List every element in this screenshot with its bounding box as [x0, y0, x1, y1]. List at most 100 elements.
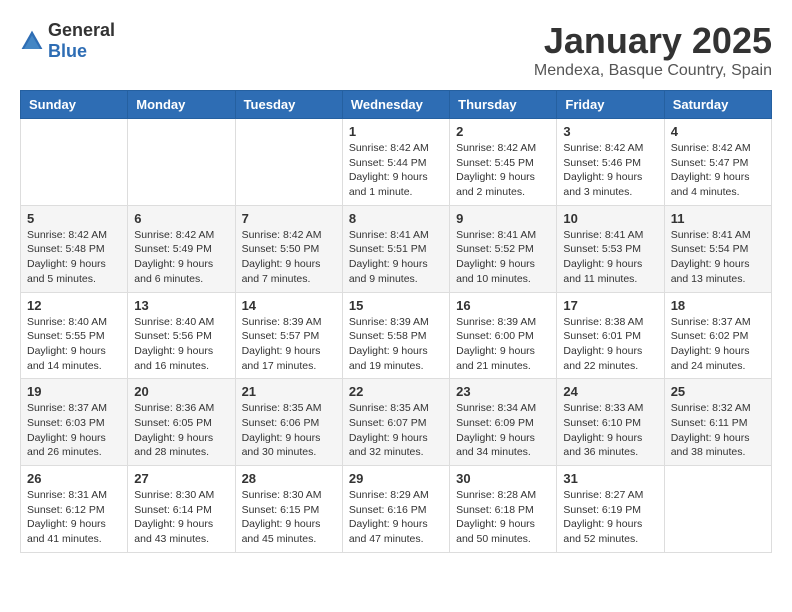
weekday-header-sunday: Sunday: [21, 91, 128, 119]
day-info: Sunrise: 8:41 AM Sunset: 5:52 PM Dayligh…: [456, 228, 550, 287]
day-number: 3: [563, 124, 657, 139]
day-info: Sunrise: 8:29 AM Sunset: 6:16 PM Dayligh…: [349, 488, 443, 547]
calendar-cell: 2 Sunrise: 8:42 AM Sunset: 5:45 PM Daylig…: [450, 119, 557, 206]
day-info: Sunrise: 8:42 AM Sunset: 5:50 PM Dayligh…: [242, 228, 336, 287]
calendar-cell: 6 Sunrise: 8:42 AM Sunset: 5:49 PM Daylig…: [128, 205, 235, 292]
day-number: 22: [349, 384, 443, 399]
day-number: 14: [242, 298, 336, 313]
day-info: Sunrise: 8:32 AM Sunset: 6:11 PM Dayligh…: [671, 401, 765, 460]
weekday-header-friday: Friday: [557, 91, 664, 119]
calendar-cell: 5 Sunrise: 8:42 AM Sunset: 5:48 PM Daylig…: [21, 205, 128, 292]
title-section: January 2025 Mendexa, Basque Country, Sp…: [534, 20, 772, 80]
calendar-cell: 20Sunrise: 8:36 AM Sunset: 6:05 PM Dayli…: [128, 379, 235, 466]
day-info: Sunrise: 8:27 AM Sunset: 6:19 PM Dayligh…: [563, 488, 657, 547]
day-info: Sunrise: 8:38 AM Sunset: 6:01 PM Dayligh…: [563, 315, 657, 374]
calendar-cell: [21, 119, 128, 206]
day-number: 9: [456, 211, 550, 226]
calendar-cell: 12Sunrise: 8:40 AM Sunset: 5:55 PM Dayli…: [21, 292, 128, 379]
day-number: 4: [671, 124, 765, 139]
day-info: Sunrise: 8:39 AM Sunset: 5:58 PM Dayligh…: [349, 315, 443, 374]
calendar-cell: 13 Sunrise: 8:40 AM Sunset: 5:56 PM Dayli…: [128, 292, 235, 379]
calendar-cell: 1 Sunrise: 8:42 AM Sunset: 5:44 PM Daylig…: [342, 119, 449, 206]
calendar-cell: 24 Sunrise: 8:33 AM Sunset: 6:10 PM Dayli…: [557, 379, 664, 466]
calendar-cell: 25 Sunrise: 8:32 AM Sunset: 6:11 PM Dayli…: [664, 379, 771, 466]
day-info: Sunrise: 8:28 AM Sunset: 6:18 PM Dayligh…: [456, 488, 550, 547]
day-info: Sunrise: 8:30 AM Sunset: 6:15 PM Dayligh…: [242, 488, 336, 547]
calendar-table: SundayMondayTuesdayWednesdayThursdayFrid…: [20, 90, 772, 553]
calendar-cell: 14 Sunrise: 8:39 AM Sunset: 5:57 PM Dayli…: [235, 292, 342, 379]
day-info: Sunrise: 8:41 AM Sunset: 5:54 PM Dayligh…: [671, 228, 765, 287]
day-info: Sunrise: 8:42 AM Sunset: 5:44 PM Dayligh…: [349, 141, 443, 200]
day-number: 29: [349, 471, 443, 486]
calendar-cell: 18 Sunrise: 8:37 AM Sunset: 6:02 PM Dayli…: [664, 292, 771, 379]
day-info: Sunrise: 8:42 AM Sunset: 5:48 PM Dayligh…: [27, 228, 121, 287]
calendar-cell: 31 Sunrise: 8:27 AM Sunset: 6:19 PM Dayli…: [557, 466, 664, 553]
page-header: General Blue January 2025 Mendexa, Basqu…: [20, 20, 772, 80]
calendar-cell: 8 Sunrise: 8:41 AM Sunset: 5:51 PM Daylig…: [342, 205, 449, 292]
day-number: 10: [563, 211, 657, 226]
calendar-week-row: 1 Sunrise: 8:42 AM Sunset: 5:44 PM Daylig…: [21, 119, 772, 206]
day-number: 16: [456, 298, 550, 313]
logo-blue: Blue: [48, 41, 87, 61]
calendar-cell: 3Sunrise: 8:42 AM Sunset: 5:46 PM Daylig…: [557, 119, 664, 206]
calendar-title: January 2025: [534, 20, 772, 62]
day-number: 30: [456, 471, 550, 486]
logo-icon: [20, 29, 44, 53]
calendar-cell: 27Sunrise: 8:30 AM Sunset: 6:14 PM Dayli…: [128, 466, 235, 553]
day-number: 12: [27, 298, 121, 313]
day-info: Sunrise: 8:33 AM Sunset: 6:10 PM Dayligh…: [563, 401, 657, 460]
day-info: Sunrise: 8:35 AM Sunset: 6:06 PM Dayligh…: [242, 401, 336, 460]
day-number: 28: [242, 471, 336, 486]
calendar-cell: [664, 466, 771, 553]
day-number: 19: [27, 384, 121, 399]
day-info: Sunrise: 8:42 AM Sunset: 5:49 PM Dayligh…: [134, 228, 228, 287]
calendar-cell: [128, 119, 235, 206]
calendar-week-row: 19 Sunrise: 8:37 AM Sunset: 6:03 PM Dayli…: [21, 379, 772, 466]
day-number: 13: [134, 298, 228, 313]
calendar-cell: 23 Sunrise: 8:34 AM Sunset: 6:09 PM Dayli…: [450, 379, 557, 466]
day-info: Sunrise: 8:30 AM Sunset: 6:14 PM Dayligh…: [134, 488, 228, 547]
day-info: Sunrise: 8:40 AM Sunset: 5:56 PM Dayligh…: [134, 315, 228, 374]
day-number: 18: [671, 298, 765, 313]
day-info: Sunrise: 8:37 AM Sunset: 6:03 PM Dayligh…: [27, 401, 121, 460]
day-number: 6: [134, 211, 228, 226]
day-info: Sunrise: 8:41 AM Sunset: 5:53 PM Dayligh…: [563, 228, 657, 287]
day-info: Sunrise: 8:39 AM Sunset: 6:00 PM Dayligh…: [456, 315, 550, 374]
day-number: 20: [134, 384, 228, 399]
calendar-cell: 10 Sunrise: 8:41 AM Sunset: 5:53 PM Dayli…: [557, 205, 664, 292]
day-info: Sunrise: 8:37 AM Sunset: 6:02 PM Dayligh…: [671, 315, 765, 374]
calendar-cell: 11Sunrise: 8:41 AM Sunset: 5:54 PM Dayli…: [664, 205, 771, 292]
calendar-cell: 4Sunrise: 8:42 AM Sunset: 5:47 PM Daylig…: [664, 119, 771, 206]
day-number: 31: [563, 471, 657, 486]
day-number: 23: [456, 384, 550, 399]
weekday-header-tuesday: Tuesday: [235, 91, 342, 119]
weekday-header-thursday: Thursday: [450, 91, 557, 119]
weekday-header-wednesday: Wednesday: [342, 91, 449, 119]
weekday-header-row: SundayMondayTuesdayWednesdayThursdayFrid…: [21, 91, 772, 119]
day-number: 25: [671, 384, 765, 399]
calendar-cell: 30 Sunrise: 8:28 AM Sunset: 6:18 PM Dayli…: [450, 466, 557, 553]
day-number: 7: [242, 211, 336, 226]
day-info: Sunrise: 8:41 AM Sunset: 5:51 PM Dayligh…: [349, 228, 443, 287]
day-info: Sunrise: 8:34 AM Sunset: 6:09 PM Dayligh…: [456, 401, 550, 460]
calendar-cell: 17Sunrise: 8:38 AM Sunset: 6:01 PM Dayli…: [557, 292, 664, 379]
day-info: Sunrise: 8:42 AM Sunset: 5:45 PM Dayligh…: [456, 141, 550, 200]
calendar-cell: 21Sunrise: 8:35 AM Sunset: 6:06 PM Dayli…: [235, 379, 342, 466]
day-number: 5: [27, 211, 121, 226]
calendar-week-row: 26 Sunrise: 8:31 AM Sunset: 6:12 PM Dayli…: [21, 466, 772, 553]
weekday-header-saturday: Saturday: [664, 91, 771, 119]
day-number: 2: [456, 124, 550, 139]
day-number: 8: [349, 211, 443, 226]
calendar-week-row: 12Sunrise: 8:40 AM Sunset: 5:55 PM Dayli…: [21, 292, 772, 379]
calendar-cell: 28 Sunrise: 8:30 AM Sunset: 6:15 PM Dayli…: [235, 466, 342, 553]
calendar-cell: 22Sunrise: 8:35 AM Sunset: 6:07 PM Dayli…: [342, 379, 449, 466]
calendar-cell: 26 Sunrise: 8:31 AM Sunset: 6:12 PM Dayli…: [21, 466, 128, 553]
calendar-subtitle: Mendexa, Basque Country, Spain: [534, 62, 772, 80]
day-info: Sunrise: 8:31 AM Sunset: 6:12 PM Dayligh…: [27, 488, 121, 547]
day-number: 24: [563, 384, 657, 399]
day-number: 26: [27, 471, 121, 486]
calendar-cell: [235, 119, 342, 206]
calendar-cell: 9 Sunrise: 8:41 AM Sunset: 5:52 PM Daylig…: [450, 205, 557, 292]
day-number: 1: [349, 124, 443, 139]
day-info: Sunrise: 8:39 AM Sunset: 5:57 PM Dayligh…: [242, 315, 336, 374]
